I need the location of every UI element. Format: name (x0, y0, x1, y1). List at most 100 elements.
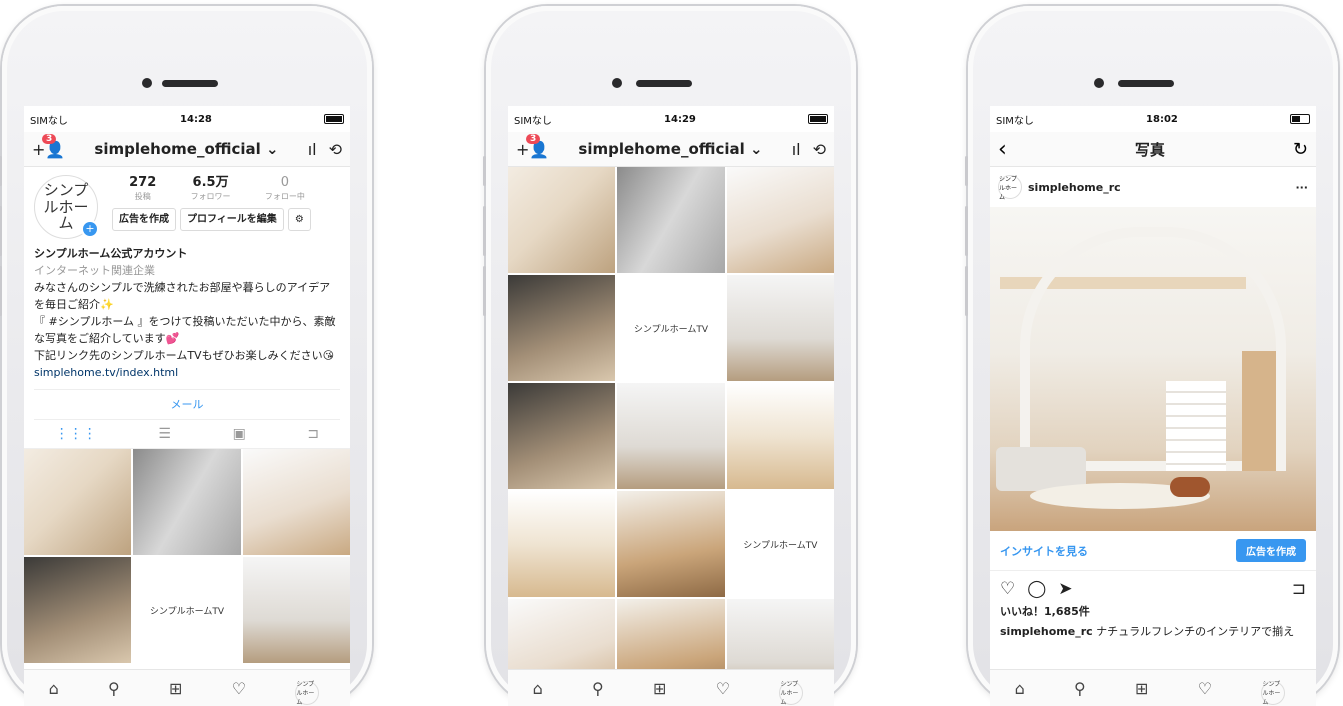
post-thumbnail[interactable] (726, 167, 834, 273)
mute-switch (965, 156, 968, 186)
insights-icon[interactable]: ıl (308, 140, 317, 159)
post-photo[interactable] (990, 207, 1316, 531)
post-thumbnail[interactable] (24, 449, 132, 556)
post-thumbnail[interactable] (242, 557, 350, 664)
profile-view-tabs: ⋮⋮⋮ ☰ ▣ ⊐ (24, 420, 350, 450)
bio-category: インターネット関連企業 (34, 264, 155, 278)
profile-tab-avatar[interactable]: シンプルホーム (1261, 671, 1291, 706)
post-thumbnail[interactable]: シンプルホームTV (726, 491, 834, 597)
view-insights-link[interactable]: インサイトを見る (1000, 543, 1088, 559)
like-count[interactable]: いいね！1,685件 (990, 601, 1316, 621)
post-thumbnail[interactable] (726, 383, 834, 489)
phone-frame-profile: SIMなし 14:28 +👤 3 simplehome_official ⌄ ı… (0, 6, 372, 706)
front-camera (1094, 78, 1104, 88)
like-icon[interactable]: ♡ (1000, 579, 1015, 599)
stat-following[interactable]: 0 フォロー中 (265, 175, 305, 203)
profile-section: シンプルホーム + 272 投稿 6.5万 フォロワー 0 フォロー中 広告を作成 プ… (24, 167, 350, 421)
account-switcher[interactable]: simplehome_official ⌄ (578, 140, 762, 158)
grid-view-icon[interactable]: ⋮⋮⋮ (55, 426, 97, 442)
settings-icon[interactable]: ⚙ (287, 207, 311, 232)
home-icon[interactable]: ⌂ (1015, 679, 1025, 698)
search-icon[interactable]: ⚲ (592, 679, 604, 698)
caption-username[interactable]: simplehome_rc (1000, 625, 1093, 638)
add-post-icon[interactable]: ⊞ (1135, 679, 1148, 698)
list-view-icon[interactable]: ☰ (158, 426, 171, 442)
activity-icon[interactable]: ♡ (232, 679, 246, 698)
post-thumbnail[interactable] (617, 167, 725, 273)
post-thumbnail[interactable] (133, 449, 241, 556)
edit-profile-button[interactable]: プロフィールを編集 (180, 207, 284, 232)
post-thumbnail[interactable] (508, 167, 616, 273)
activity-icon[interactable]: ♡ (716, 679, 730, 698)
post-header: シンプルホーム simplehome_rc ··· (990, 167, 1316, 207)
volume-down-button (0, 266, 2, 316)
volume-up-button (0, 206, 2, 256)
post-thumbnail[interactable] (242, 449, 350, 556)
battery-icon (324, 113, 344, 125)
bio-text-1: みなさんのシンプルで洗練されたお部屋や暮らしのアイデアを毎日ご紹介✨ (34, 281, 331, 312)
profile-tab-avatar[interactable]: シンプルホーム (295, 671, 325, 706)
profile-tab-avatar[interactable]: シンプルホーム (779, 671, 809, 706)
chevron-down-icon: ⌄ (750, 140, 763, 158)
tv-label: シンプルホームTV (617, 275, 725, 381)
stat-posts[interactable]: 272 投稿 (129, 175, 156, 203)
post-thumbnail[interactable] (24, 557, 132, 664)
post-thumbnail[interactable] (508, 383, 616, 489)
archive-icon[interactable]: ⟲ (813, 140, 826, 159)
tagged-icon[interactable]: ▣ (233, 426, 246, 442)
back-icon[interactable]: ‹ (998, 137, 1007, 162)
create-ad-button[interactable]: 広告を作成 (112, 207, 176, 232)
screen: SIMなし 14:29 +👤 3 simplehome_official ⌄ ı… (508, 106, 834, 706)
more-options-icon[interactable]: ··· (1295, 181, 1308, 194)
post-thumbnail[interactable]: シンプルホームTV (133, 557, 241, 664)
tv-label: シンプルホームTV (133, 557, 241, 664)
add-post-icon[interactable]: ⊞ (169, 679, 182, 698)
archive-icon[interactable]: ⟲ (329, 140, 342, 159)
caption-text: ナチュラルフレンチのインテリアで揃え (1096, 625, 1295, 638)
search-icon[interactable]: ⚲ (1074, 679, 1086, 698)
comment-icon[interactable]: ◯ (1027, 579, 1046, 599)
phone-frame-post: SIMなし 18:02 ‹ 写真 ↻ シンプルホーム simplehome_rc… (965, 6, 1338, 706)
profile-header: +👤 3 simplehome_official ⌄ ıl ⟲ (508, 132, 834, 167)
front-camera (612, 78, 622, 88)
avatar[interactable]: シンプルホーム + (34, 175, 99, 239)
add-user-icon[interactable]: +👤 3 (32, 133, 65, 159)
stat-followers[interactable]: 6.5万 フォロワー (191, 175, 231, 203)
post-thumbnail[interactable] (508, 491, 616, 597)
chevron-down-icon: ⌄ (266, 140, 279, 158)
create-ad-button[interactable]: 広告を作成 (1236, 539, 1306, 562)
post-thumbnail[interactable] (508, 275, 616, 381)
post-thumbnail[interactable] (617, 491, 725, 597)
bio-name: シンプルホーム公式アカウント (34, 247, 188, 260)
add-story-icon[interactable]: + (81, 220, 99, 238)
post-thumbnail[interactable] (726, 275, 834, 381)
account-switcher[interactable]: simplehome_official ⌄ (94, 140, 278, 158)
search-icon[interactable]: ⚲ (108, 679, 120, 698)
bookmark-icon[interactable]: ⊐ (1292, 579, 1306, 599)
home-icon[interactable]: ⌂ (49, 679, 59, 698)
add-post-icon[interactable]: ⊞ (653, 679, 666, 698)
refresh-icon[interactable]: ↻ (1293, 139, 1308, 160)
mail-button[interactable]: メール (34, 389, 340, 421)
post-actions: ♡ ◯ ➤ ⊐ (990, 571, 1316, 601)
bottom-tab-bar: ⌂ ⚲ ⊞ ♡ シンプルホーム (508, 669, 834, 706)
activity-icon[interactable]: ♡ (1198, 679, 1212, 698)
insights-icon[interactable]: ıl (792, 140, 801, 159)
status-bar: SIMなし 18:02 (990, 106, 1316, 132)
post-thumbnail[interactable]: シンプルホームTV (617, 275, 725, 381)
bio-link[interactable]: simplehome.tv/index.html (34, 364, 340, 381)
post-thumbnail[interactable] (617, 383, 725, 489)
earpiece-speaker (1118, 80, 1174, 87)
page-title: 写真 (1134, 140, 1165, 159)
phone-frame-grid: SIMなし 14:29 +👤 3 simplehome_official ⌄ ı… (483, 6, 856, 706)
status-bar: SIMなし 14:29 (508, 106, 834, 132)
add-user-icon[interactable]: +👤 3 (516, 133, 549, 159)
home-icon[interactable]: ⌂ (533, 679, 543, 698)
post-username[interactable]: simplehome_rc (1028, 181, 1121, 194)
post-grid: シンプルホームTV (24, 449, 350, 664)
share-icon[interactable]: ➤ (1058, 579, 1072, 599)
saved-icon[interactable]: ⊐ (307, 426, 319, 442)
volume-up-button (483, 206, 486, 256)
post-avatar[interactable]: シンプルホーム (998, 175, 1022, 201)
post-grid: シンプルホームTV シンプルホームTV (508, 167, 834, 705)
